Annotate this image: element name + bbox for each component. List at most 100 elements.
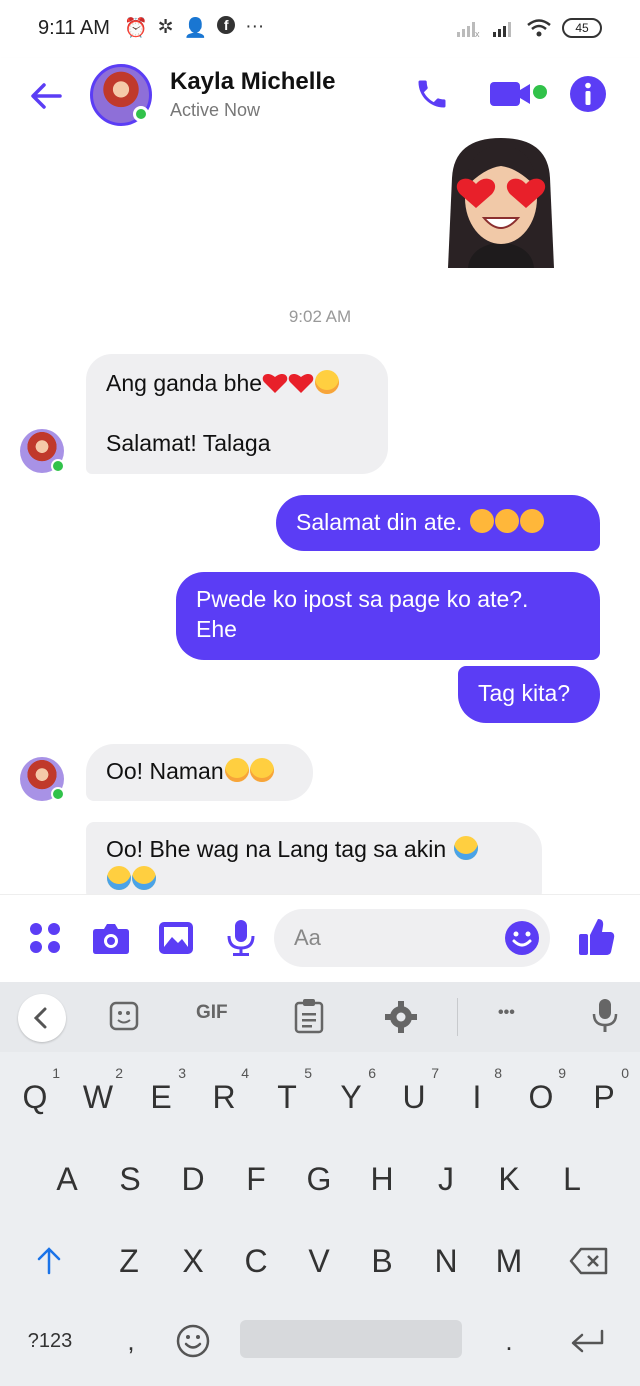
message-text: Ehe (196, 616, 237, 642)
keyboard-toolbar: GIF ••• (0, 982, 640, 1052)
more-options-button[interactable]: ••• (498, 1004, 515, 1022)
phone-call-icon[interactable] (414, 76, 450, 112)
key-t[interactable]: T5 (256, 1062, 318, 1132)
emoji-key[interactable] (162, 1306, 224, 1376)
smiling-blush-emoji (315, 370, 340, 394)
key-u[interactable]: U7 (383, 1062, 445, 1132)
smiling-blush-emoji (249, 758, 274, 782)
key-v[interactable]: V (288, 1226, 350, 1296)
key-j[interactable]: J (415, 1144, 477, 1214)
chevron-left-icon (33, 1007, 47, 1029)
message-timestamp: 9:02 AM (288, 307, 352, 326)
chat-header: Kayla Michelle Active Now (0, 58, 640, 138)
signal-icon-2 (493, 22, 511, 37)
key-x[interactable]: X (162, 1226, 224, 1296)
key-l[interactable]: L (541, 1144, 603, 1214)
microphone-icon[interactable] (226, 919, 256, 957)
status-time: 9:11 AM (38, 17, 110, 39)
incoming-message-bubble[interactable]: Oo! Naman (86, 744, 313, 801)
key-r[interactable]: R4 (193, 1062, 255, 1132)
tears-of-joy-emoji (107, 866, 131, 890)
facebook-icon: f (217, 16, 236, 34)
incoming-message-bubble[interactable]: Oo! Bhe wag na Lang tag sa akin (86, 822, 542, 894)
comma-key[interactable]: , (100, 1306, 162, 1376)
key-h[interactable]: H (351, 1144, 413, 1214)
video-call-icon[interactable] (490, 80, 536, 108)
camera-icon[interactable] (92, 921, 130, 955)
notification-icons: ⏰ ✲ 👤 f ··· (124, 16, 264, 40)
key-f[interactable]: F (225, 1144, 287, 1214)
shift-arrow-icon (37, 1247, 61, 1275)
symbols-key[interactable]: ?123 (18, 1306, 82, 1376)
key-e[interactable]: E3 (130, 1062, 192, 1132)
back-arrow-icon[interactable] (26, 76, 66, 116)
video-active-dot (533, 85, 547, 99)
emoji-picker-icon[interactable] (504, 920, 540, 956)
battery-indicator: 45 (562, 18, 602, 38)
settings-gear-icon[interactable] (384, 1000, 418, 1034)
key-i[interactable]: I8 (446, 1062, 508, 1132)
key-y[interactable]: Y6 (320, 1062, 382, 1132)
alarm-icon: ⏰ (124, 18, 148, 39)
gallery-icon[interactable] (158, 921, 194, 955)
message-text: Salamat din ate. (296, 509, 469, 535)
key-a[interactable]: A (36, 1144, 98, 1214)
incoming-message-bubble[interactable]: Ang ganda bhe Salamat! Talaga (86, 354, 388, 474)
keyboard-collapse-button[interactable] (18, 994, 66, 1042)
message-text: Oo! Naman (106, 758, 224, 784)
svg-text:x: x (475, 29, 480, 38)
outgoing-message-bubble[interactable]: Salamat din ate. (276, 495, 600, 551)
smiling-blush-emoji (224, 758, 249, 782)
message-text: Tag kita? (478, 680, 571, 706)
online-indicator (51, 459, 65, 473)
wifi-icon (527, 19, 551, 37)
outgoing-message-bubble[interactable]: Tag kita? (458, 666, 600, 723)
key-o[interactable]: O9 (510, 1062, 572, 1132)
key-b[interactable]: B (351, 1226, 413, 1296)
info-icon[interactable] (569, 75, 607, 113)
gif-button[interactable]: GIF (196, 1002, 228, 1024)
key-z[interactable]: Z (98, 1226, 160, 1296)
status-bar: 9:11 AM ⏰ ✲ 👤 f ··· x 45 (0, 0, 640, 58)
contact-name[interactable]: Kayla Michelle (170, 68, 335, 96)
online-indicator (51, 787, 65, 801)
key-k[interactable]: K (478, 1144, 540, 1214)
voice-input-icon[interactable] (592, 998, 618, 1034)
message-text: Ang ganda bhe (106, 370, 263, 396)
enter-key[interactable] (556, 1306, 618, 1376)
toolbar-divider (457, 998, 458, 1036)
key-s[interactable]: S (99, 1144, 161, 1214)
shift-key[interactable] (18, 1226, 80, 1296)
key-w[interactable]: W2 (67, 1062, 129, 1132)
red-heart-emoji (288, 374, 314, 393)
enter-arrow-icon (571, 1329, 604, 1353)
space-bar[interactable] (240, 1320, 462, 1358)
message-composer: Aa (0, 894, 640, 982)
key-g[interactable]: G (288, 1144, 350, 1214)
like-thumbs-up-icon[interactable] (578, 917, 616, 957)
pinwheel-icon: ✲ (157, 17, 174, 38)
message-text: Oo! Bhe wag na Lang tag sa akin (106, 836, 453, 862)
key-c[interactable]: C (225, 1226, 287, 1296)
key-n[interactable]: N (415, 1226, 477, 1296)
avatar-sticker[interactable] (440, 138, 562, 268)
clipboard-icon[interactable] (294, 998, 324, 1034)
message-text: Salamat! Talaga (106, 430, 271, 456)
key-q[interactable]: Q1 (4, 1062, 66, 1132)
more-actions-icon[interactable] (28, 921, 62, 955)
key-m[interactable]: M (478, 1226, 540, 1296)
status-right: x 45 (456, 18, 602, 38)
smiling-hearts-emoji (494, 509, 519, 533)
message-input[interactable]: Aa (274, 909, 550, 967)
outgoing-message-bubble[interactable]: Pwede ko ipost sa page ko ate?. Ehe (176, 572, 600, 660)
message-list[interactable]: 9:02 AM Ang ganda bhe Salamat! Talaga Sa… (0, 138, 640, 894)
sticker-icon[interactable] (108, 1000, 140, 1032)
key-d[interactable]: D (162, 1144, 224, 1214)
contact-status: Active Now (170, 100, 261, 120)
key-p[interactable]: P0 (573, 1062, 635, 1132)
red-heart-emoji (262, 374, 288, 393)
period-key[interactable]: . (478, 1306, 540, 1376)
signal-icon-1: x (457, 22, 480, 38)
backspace-key[interactable] (558, 1226, 620, 1296)
smiling-hearts-emoji (469, 509, 494, 533)
